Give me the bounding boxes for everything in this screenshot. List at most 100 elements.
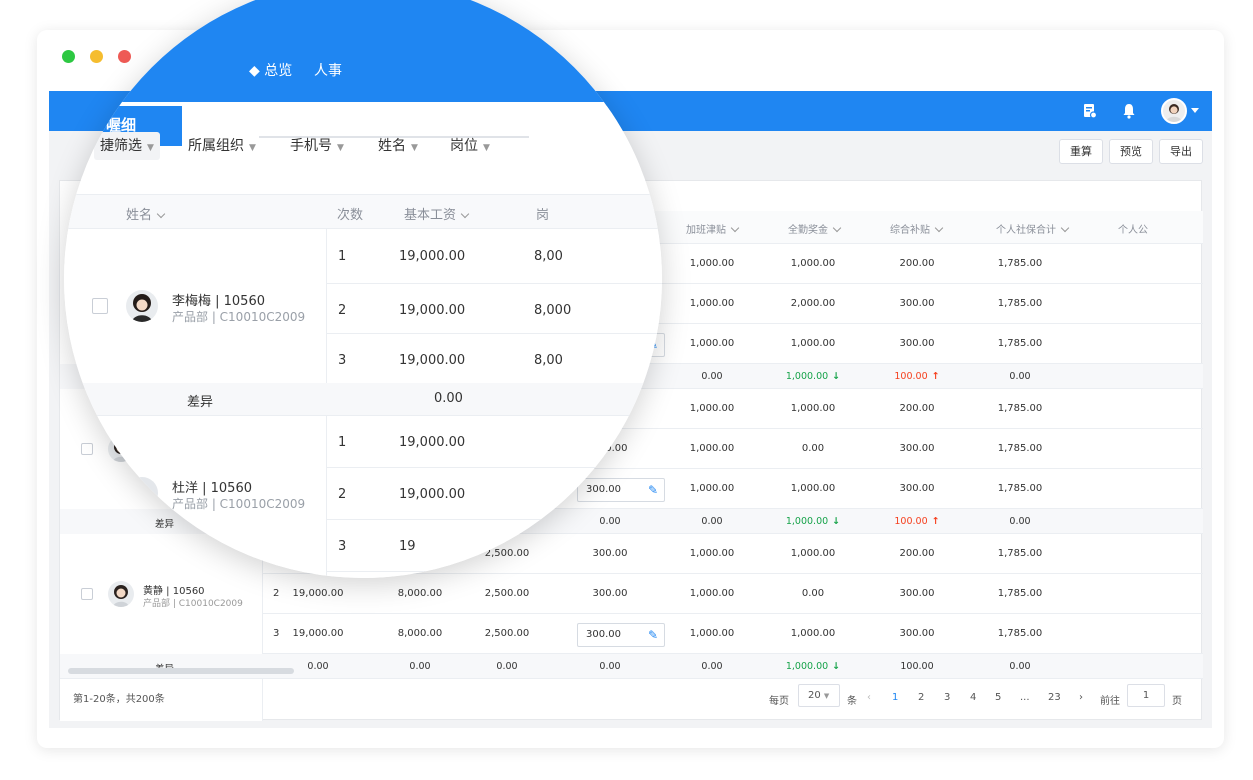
export-button[interactable]: 导出 [1159, 139, 1203, 164]
row-divider [326, 571, 662, 572]
diff-cell: 0.00 [599, 661, 621, 672]
bell-icon[interactable] [1122, 103, 1136, 119]
magnified-nav-overview[interactable]: ◆ 总览 [249, 60, 292, 80]
page-number[interactable]: 4 [970, 692, 976, 703]
table-cell: 1,000.00 [689, 548, 735, 559]
diff-cell: 0.00 [701, 371, 723, 382]
table-cell: 0.00 [801, 443, 825, 454]
edit-pencil-icon[interactable]: ✎ [648, 624, 658, 646]
magnified-header-post: 岗 [536, 208, 550, 223]
table-cell: 1,000.00 [790, 338, 836, 349]
magnified-employee-name: 杜洋 | 10560 [172, 481, 252, 496]
filter-dropdown[interactable]: 捷筛选 ▼ [94, 132, 160, 160]
caret-down-icon: ▼ [337, 143, 344, 153]
magnified-base-salary: 19,000.00 [399, 487, 466, 502]
magnified-base-salary: 19 [399, 539, 416, 554]
magnified-col2: 8,00 [534, 249, 563, 264]
filter-label: 岗位 [450, 138, 478, 154]
table-cell: 1,000.00 [790, 258, 836, 269]
per-page-select[interactable]: 20 ▼ [798, 684, 840, 707]
filter-dropdown[interactable]: 姓名 ▼ [372, 132, 424, 160]
arrow-up-icon: ↑ [931, 516, 940, 527]
table-cell: 1,000.00 [689, 298, 735, 309]
diff-cell: 0.00 [496, 661, 518, 672]
user-avatar[interactable] [1161, 98, 1187, 124]
filter-label: 姓名 [378, 138, 406, 154]
chevron-down-icon [832, 223, 842, 233]
arrow-down-icon: ↓ [832, 661, 841, 672]
column-header-label: 个人公 [1118, 225, 1148, 236]
row-divider [263, 613, 1203, 614]
row-divider [326, 333, 662, 334]
magnified-nav-hr[interactable]: 人事 [314, 60, 342, 80]
edit-pencil-icon[interactable]: ✎ [648, 479, 658, 501]
row-checkbox[interactable] [81, 443, 93, 455]
table-cell: 1,785.00 [997, 483, 1043, 494]
trip-allowance-input[interactable]: 300.00 ✎ [577, 478, 665, 502]
next-page-icon[interactable]: › [1079, 692, 1083, 703]
table-cell: 1,000.00 [790, 403, 836, 414]
diff-cell: 0.00 [1009, 516, 1031, 527]
per-page-value: 20 [808, 690, 821, 701]
magnified-header-name[interactable]: 姓名 [126, 204, 166, 223]
page-number[interactable]: 3 [944, 692, 950, 703]
table-cell: 1,785.00 [997, 588, 1043, 599]
page-number[interactable]: 23 [1048, 692, 1061, 703]
magnified-diff-value: 0.00 [434, 391, 463, 406]
magnified-base-salary: 19,000.00 [399, 249, 466, 264]
table-cell: 1,000.00 [790, 628, 836, 639]
diff-cell: 1,000.00 ↓ [785, 661, 841, 672]
trip-allowance-input[interactable]: 300.00 ✎ [577, 623, 665, 647]
horizontal-scrollbar[interactable] [68, 668, 294, 674]
table-cell: 300.00 [899, 483, 935, 494]
magnified-row-index: 3 [338, 353, 347, 368]
magnified-header-base-label: 基本工资 [404, 208, 457, 223]
page-number[interactable]: 1 [892, 692, 898, 703]
magnified-diff-label: 差异 [187, 395, 214, 410]
per-page-label: 每页 [769, 696, 789, 707]
trip-allowance-value: 300.00 [586, 484, 621, 495]
diff-cell: 1,000.00 ↓ [785, 516, 841, 527]
row-checkbox[interactable] [81, 588, 93, 600]
column-header-label: 加班津贴 [686, 225, 726, 236]
trip-allowance-value: 300.00 [586, 629, 621, 640]
diff-cell: 100.00 ↑ [894, 371, 940, 382]
magnified-employee-dept: 产品部 | C10010C2009 [172, 310, 306, 324]
preview-button[interactable]: 预览 [1109, 139, 1153, 164]
recalc-button[interactable]: 重算 [1059, 139, 1103, 164]
filter-dropdown[interactable]: 岗位 ▼ [444, 132, 496, 160]
column-header[interactable]: 个人公 [1118, 221, 1148, 236]
table-cell: 1,000.00 [689, 338, 735, 349]
report-icon[interactable] [1083, 103, 1097, 119]
chevron-down-icon[interactable] [1191, 108, 1199, 113]
diff-cell: 0.00 [701, 516, 723, 527]
app-window: 报表 审批 重算 预览 导出 固定奖金出差补贴加班津贴全勤奖金综合补贴个人社保合… [37, 0, 1224, 748]
prev-page-icon[interactable]: ‹ [867, 692, 871, 703]
column-header[interactable]: 加班津贴 [686, 221, 740, 236]
page-number[interactable]: 2 [918, 692, 924, 703]
magnified-header-base[interactable]: 基本工资 [404, 204, 470, 223]
magnified-row-index: 2 [338, 303, 347, 318]
goto-page-input[interactable]: 1 [1127, 684, 1165, 707]
filter-dropdown[interactable]: 所属组织 ▼ [182, 132, 262, 160]
magnified-top-navbar: ◆ 总览 人事 [64, 0, 662, 102]
caret-down-icon: ▼ [147, 143, 154, 153]
filter-dropdown[interactable]: 手机号 ▼ [284, 132, 350, 160]
magnified-avatar-placeholder: 杜 [126, 477, 158, 509]
diff-cell: 1,000.00 ↓ [785, 371, 841, 382]
magnified-base-salary: 19,000.00 [399, 353, 466, 368]
chevron-down-icon [730, 223, 740, 233]
magnified-employee-name: 李梅梅 | 10560 [172, 294, 265, 309]
table-cell: 300.00 [899, 588, 935, 599]
page-number[interactable]: 5 [995, 692, 1001, 703]
column-header[interactable]: 个人社保合计 [996, 221, 1070, 236]
magnified-row-checkbox[interactable] [92, 298, 108, 314]
table-cell: 1,000.00 [689, 483, 735, 494]
column-header[interactable]: 综合补贴 [890, 221, 944, 236]
per-page-unit: 条 [847, 696, 857, 707]
table-cell: 200.00 [899, 403, 935, 414]
chevron-down-icon [934, 223, 944, 233]
column-header[interactable]: 全勤奖金 [788, 221, 842, 236]
table-cell: 1,000.00 [689, 628, 735, 639]
column-header-label: 全勤奖金 [788, 225, 828, 236]
